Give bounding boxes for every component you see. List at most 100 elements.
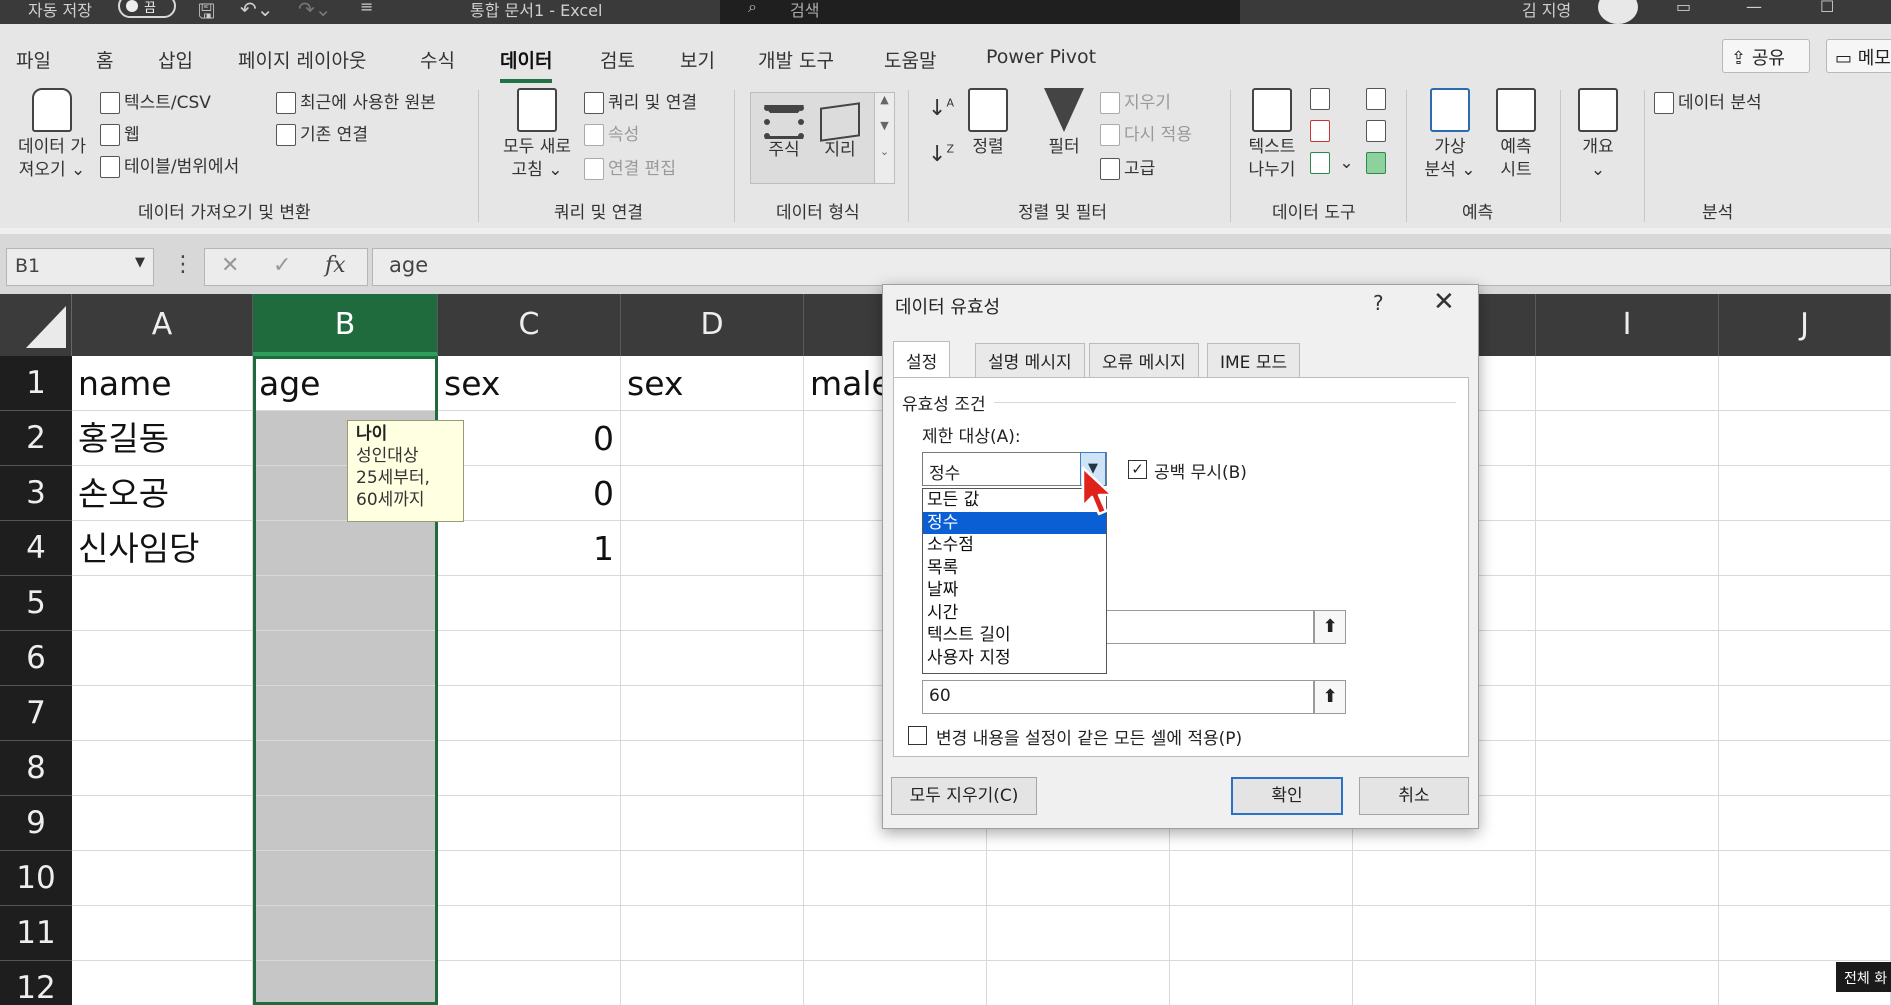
close-button[interactable]: ✕ bbox=[1433, 287, 1455, 317]
tab-help[interactable]: 도움말 bbox=[884, 46, 936, 73]
user-avatar[interactable] bbox=[1598, 0, 1638, 24]
list-item[interactable]: 날짜 bbox=[923, 579, 1106, 602]
queries-connections-button[interactable]: 쿼리 및 연결 bbox=[584, 88, 697, 114]
formula-input[interactable]: age bbox=[372, 248, 1891, 286]
cell-b5[interactable] bbox=[253, 576, 438, 631]
cell-h12[interactable] bbox=[1353, 961, 1536, 1005]
data-validation-icon[interactable]: ⌄ bbox=[1310, 152, 1354, 174]
cell-g10[interactable] bbox=[1170, 851, 1353, 906]
tab-home[interactable]: 홈 bbox=[96, 46, 113, 73]
cell-d9[interactable] bbox=[621, 796, 804, 851]
cell-d7[interactable] bbox=[621, 686, 804, 741]
cell-d11[interactable] bbox=[621, 906, 804, 961]
cell-c1[interactable]: sex bbox=[438, 356, 621, 411]
list-item-selected[interactable]: 정수 bbox=[923, 511, 1106, 534]
help-button[interactable]: ? bbox=[1373, 291, 1384, 315]
cell-a7[interactable] bbox=[72, 686, 253, 741]
list-item[interactable]: 텍스트 길이 bbox=[923, 624, 1106, 647]
cell-f11[interactable] bbox=[987, 906, 1170, 961]
save-icon[interactable]: 🖫 bbox=[198, 0, 215, 24]
column-header-b[interactable]: B bbox=[253, 294, 438, 356]
cell-b12[interactable] bbox=[253, 961, 438, 1005]
cell-d6[interactable] bbox=[621, 631, 804, 686]
column-header-i[interactable]: I bbox=[1536, 294, 1719, 356]
cell-i8[interactable] bbox=[1536, 741, 1719, 796]
cell-a2[interactable]: 홍길동 bbox=[72, 411, 253, 466]
cell-a4[interactable]: 신사임당 bbox=[72, 521, 253, 576]
cell-b4[interactable] bbox=[253, 521, 438, 576]
cell-g11[interactable] bbox=[1170, 906, 1353, 961]
list-item[interactable]: 소수점 bbox=[923, 534, 1106, 557]
cell-i12[interactable] bbox=[1536, 961, 1719, 1005]
tab-error-alert[interactable]: 오류 메시지 bbox=[1089, 343, 1199, 377]
tab-formulas[interactable]: 수식 bbox=[420, 46, 455, 73]
cell-b9[interactable] bbox=[253, 796, 438, 851]
tab-power-pivot[interactable]: Power Pivot bbox=[986, 46, 1096, 68]
select-all-button[interactable] bbox=[0, 294, 72, 356]
cell-i5[interactable] bbox=[1536, 576, 1719, 631]
row-header-6[interactable]: 6 bbox=[0, 631, 72, 686]
sort-descending-icon[interactable]: ↓Z bbox=[928, 142, 954, 167]
data-analysis-button[interactable]: 데이터 분석 bbox=[1654, 88, 1762, 114]
cell-a8[interactable] bbox=[72, 741, 253, 796]
list-item[interactable]: 모든 값 bbox=[923, 489, 1106, 512]
cell-c6[interactable] bbox=[438, 631, 621, 686]
cell-a11[interactable] bbox=[72, 906, 253, 961]
cell-e11[interactable] bbox=[804, 906, 987, 961]
share-button[interactable]: ⇪ 공유 bbox=[1722, 39, 1810, 73]
cell-d1[interactable]: sex bbox=[621, 356, 804, 411]
cell-d5[interactable] bbox=[621, 576, 804, 631]
what-if-analysis-button[interactable]: 가상 분석 ⌄ bbox=[1418, 88, 1482, 182]
ignore-blank-checkbox[interactable]: ✓ bbox=[1128, 460, 1147, 479]
cell-c11[interactable] bbox=[438, 906, 621, 961]
cell-e12[interactable] bbox=[804, 961, 987, 1005]
collapse-dialog-button[interactable]: ⬆ bbox=[1314, 680, 1346, 714]
tab-review[interactable]: 검토 bbox=[600, 46, 635, 73]
insert-function-icon[interactable]: fx bbox=[325, 253, 346, 278]
recent-sources-button[interactable]: 최근에 사용한 원본 bbox=[276, 88, 436, 114]
cell-j5[interactable] bbox=[1719, 576, 1891, 631]
tab-developer[interactable]: 개발 도구 bbox=[758, 46, 834, 73]
cell-c10[interactable] bbox=[438, 851, 621, 906]
cell-g12[interactable] bbox=[1170, 961, 1353, 1005]
cell-b1[interactable]: age bbox=[253, 356, 438, 411]
cell-j2[interactable] bbox=[1719, 411, 1891, 466]
list-item[interactable]: 사용자 지정 bbox=[923, 647, 1106, 670]
from-text-csv-button[interactable]: 텍스트/CSV bbox=[100, 88, 211, 114]
allow-dropdown-button[interactable]: ▼ bbox=[1080, 452, 1106, 486]
cell-a12[interactable] bbox=[72, 961, 253, 1005]
properties-button[interactable]: 속성 bbox=[584, 120, 639, 146]
advanced-filter-button[interactable]: 고급 bbox=[1100, 154, 1155, 180]
cell-j10[interactable] bbox=[1719, 851, 1891, 906]
remove-duplicates-icon[interactable] bbox=[1310, 120, 1334, 142]
cell-a3[interactable]: 손오공 bbox=[72, 466, 253, 521]
cell-a9[interactable] bbox=[72, 796, 253, 851]
sort-ascending-icon[interactable]: ↓A bbox=[928, 96, 954, 121]
list-item[interactable]: 시간 bbox=[923, 602, 1106, 625]
cell-i10[interactable] bbox=[1536, 851, 1719, 906]
filter-button[interactable]: 필터 bbox=[1036, 88, 1092, 159]
minimize-icon[interactable]: — bbox=[1746, 0, 1762, 16]
cell-i11[interactable] bbox=[1536, 906, 1719, 961]
cell-d10[interactable] bbox=[621, 851, 804, 906]
edit-links-button[interactable]: 연결 편집 bbox=[584, 154, 676, 180]
apply-all-checkbox[interactable] bbox=[908, 726, 927, 745]
cell-d3[interactable] bbox=[621, 466, 804, 521]
sort-button[interactable]: 정렬 bbox=[962, 88, 1014, 159]
maximize-icon[interactable]: ☐ bbox=[1820, 0, 1834, 16]
cell-b7[interactable] bbox=[253, 686, 438, 741]
column-header-a[interactable]: A bbox=[72, 294, 253, 356]
cell-c8[interactable] bbox=[438, 741, 621, 796]
cell-i9[interactable] bbox=[1536, 796, 1719, 851]
clear-filter-button[interactable]: 지우기 bbox=[1100, 88, 1171, 114]
cell-h10[interactable] bbox=[1353, 851, 1536, 906]
tab-file[interactable]: 파일 bbox=[16, 46, 51, 73]
row-header-2[interactable]: 2 bbox=[0, 411, 72, 466]
cancel-icon[interactable]: ✕ bbox=[221, 253, 239, 278]
tab-page-layout[interactable]: 페이지 레이아웃 bbox=[238, 46, 366, 73]
cell-e10[interactable] bbox=[804, 851, 987, 906]
fullscreen-badge[interactable]: 전체 화 bbox=[1836, 962, 1891, 992]
cell-j1[interactable] bbox=[1719, 356, 1891, 411]
cell-d2[interactable] bbox=[621, 411, 804, 466]
cell-i3[interactable] bbox=[1536, 466, 1719, 521]
